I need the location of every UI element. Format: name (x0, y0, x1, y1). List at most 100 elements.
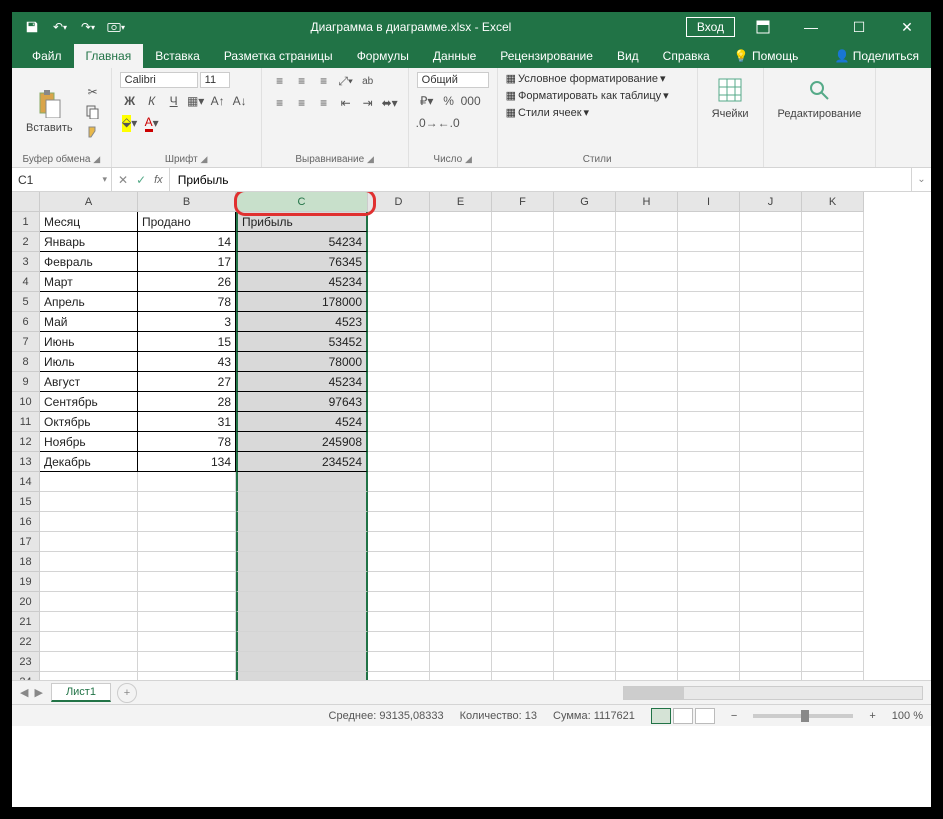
cell[interactable]: Месяц (40, 212, 138, 232)
cell[interactable]: 78 (138, 432, 236, 452)
sheet-tab[interactable]: Лист1 (51, 683, 111, 702)
copy-icon[interactable] (83, 103, 103, 121)
col-header-D[interactable]: D (368, 192, 430, 212)
cell[interactable] (740, 612, 802, 632)
cell[interactable] (616, 472, 678, 492)
cell[interactable] (802, 492, 864, 512)
ribbon-tab-справка[interactable]: Справка (651, 44, 722, 68)
cell[interactable] (616, 532, 678, 552)
cell[interactable] (616, 492, 678, 512)
cell[interactable] (740, 352, 802, 372)
cell[interactable] (616, 232, 678, 252)
cell[interactable] (554, 612, 616, 632)
cell[interactable] (616, 352, 678, 372)
cell[interactable] (678, 512, 740, 532)
row-header[interactable]: 3 (12, 252, 40, 272)
cell[interactable]: 234524 (236, 452, 368, 472)
col-header-J[interactable]: J (740, 192, 802, 212)
cell[interactable] (430, 272, 492, 292)
cell[interactable] (802, 452, 864, 472)
cell[interactable] (616, 572, 678, 592)
cell[interactable] (492, 612, 554, 632)
cell[interactable] (430, 652, 492, 672)
cell[interactable] (40, 632, 138, 652)
cell[interactable] (678, 612, 740, 632)
cell[interactable] (678, 292, 740, 312)
cell[interactable] (554, 592, 616, 612)
cell[interactable]: 31 (138, 412, 236, 432)
row-header[interactable]: 12 (12, 432, 40, 452)
cell[interactable] (368, 332, 430, 352)
row-header[interactable]: 19 (12, 572, 40, 592)
cell[interactable]: 54234 (236, 232, 368, 252)
cell[interactable] (430, 632, 492, 652)
cell[interactable] (40, 552, 138, 572)
col-header-A[interactable]: A (40, 192, 138, 212)
cell[interactable] (236, 672, 368, 680)
cell[interactable] (554, 632, 616, 652)
cell[interactable] (678, 272, 740, 292)
cell[interactable] (492, 372, 554, 392)
wrap-text-button[interactable]: ab (358, 72, 378, 90)
cell[interactable] (368, 312, 430, 332)
increase-indent-icon[interactable]: ⇥ (358, 94, 378, 112)
format-painter-icon[interactable] (83, 123, 103, 141)
cell[interactable] (616, 452, 678, 472)
row-header[interactable]: 23 (12, 652, 40, 672)
cell[interactable] (40, 572, 138, 592)
cell[interactable] (368, 212, 430, 232)
cell[interactable] (368, 572, 430, 592)
zoom-out-icon[interactable]: − (731, 710, 737, 722)
cell[interactable] (430, 412, 492, 432)
cell[interactable]: Август (40, 372, 138, 392)
grow-font-icon[interactable]: A↑ (208, 92, 228, 110)
cell[interactable]: 45234 (236, 372, 368, 392)
cell[interactable] (802, 352, 864, 372)
cell[interactable] (802, 652, 864, 672)
select-all-corner[interactable] (12, 192, 40, 212)
cell[interactable] (554, 272, 616, 292)
cell[interactable] (678, 212, 740, 232)
cell[interactable] (740, 332, 802, 352)
cell[interactable] (554, 332, 616, 352)
cell[interactable] (678, 252, 740, 272)
cell[interactable] (678, 332, 740, 352)
row-header[interactable]: 15 (12, 492, 40, 512)
cell[interactable] (430, 492, 492, 512)
redo-icon[interactable]: ↷▾ (76, 15, 100, 39)
cell[interactable] (368, 632, 430, 652)
cell[interactable] (678, 632, 740, 652)
row-header[interactable]: 20 (12, 592, 40, 612)
clipboard-launcher-icon[interactable]: ◢ (93, 154, 100, 164)
cell[interactable] (740, 552, 802, 572)
cell[interactable] (138, 672, 236, 680)
cell[interactable] (492, 352, 554, 372)
cell[interactable] (740, 392, 802, 412)
page-break-view-icon[interactable] (695, 708, 715, 724)
row-header[interactable]: 14 (12, 472, 40, 492)
cell[interactable] (430, 612, 492, 632)
col-header-E[interactable]: E (430, 192, 492, 212)
cell[interactable] (616, 512, 678, 532)
horizontal-scrollbar[interactable] (623, 686, 923, 700)
cell[interactable]: 78 (138, 292, 236, 312)
share-button[interactable]: 👤 Поделиться (822, 44, 931, 68)
cell[interactable] (740, 252, 802, 272)
cell[interactable] (616, 212, 678, 232)
cell[interactable] (492, 632, 554, 652)
cell[interactable] (492, 452, 554, 472)
enter-formula-icon[interactable]: ✓ (136, 173, 146, 187)
col-header-H[interactable]: H (616, 192, 678, 212)
cell[interactable] (236, 612, 368, 632)
cell[interactable] (40, 592, 138, 612)
cell[interactable] (430, 352, 492, 372)
cell[interactable] (368, 512, 430, 532)
cell[interactable] (554, 292, 616, 312)
cell[interactable]: Прибыль (236, 212, 368, 232)
login-button[interactable]: Вход (686, 17, 735, 37)
name-box[interactable]: C1 (12, 168, 112, 191)
cell[interactable] (740, 532, 802, 552)
cell[interactable] (138, 532, 236, 552)
cell[interactable] (430, 252, 492, 272)
row-header[interactable]: 2 (12, 232, 40, 252)
